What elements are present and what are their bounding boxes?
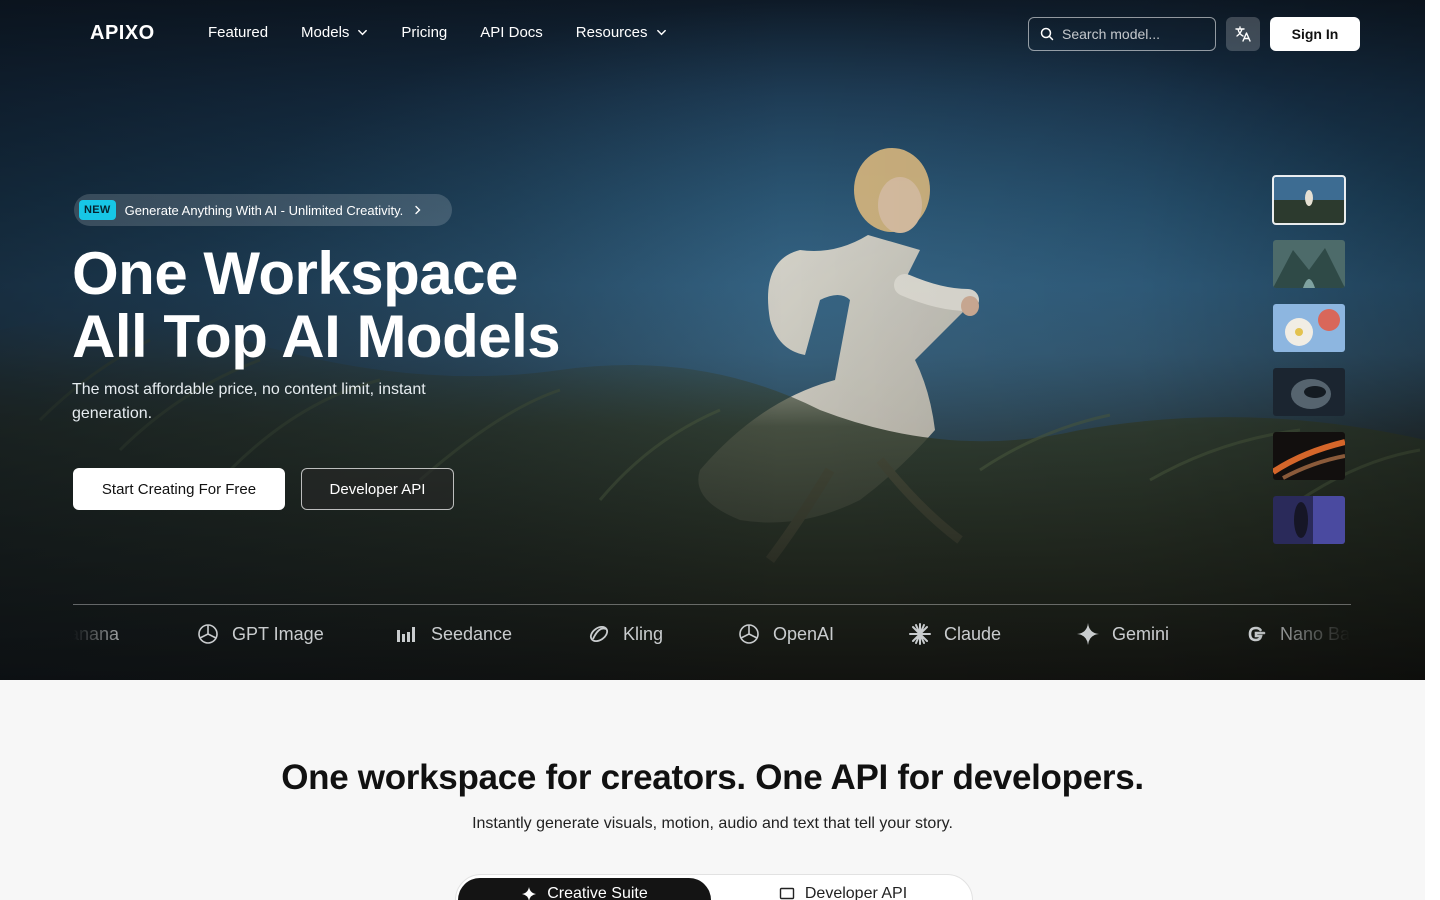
model-item[interactable]: OpenAI [737,622,834,646]
nav-link-label: Featured [208,24,269,41]
nav-link-resources[interactable]: Resources [576,24,667,41]
search-box[interactable] [1028,17,1216,51]
openai-icon [739,624,759,644]
kling-icon [589,625,609,643]
hero-subline: The most affordable price, no content li… [72,381,426,422]
sign-in-button[interactable]: Sign In [1270,17,1360,51]
section-title: One workspace for creators. One API for … [281,758,1144,797]
google-icon [1248,626,1266,642]
model-item[interactable]: Seedance [395,622,512,646]
nav-link-label: Models [301,24,350,41]
model-item[interactable]: GPT Image [196,622,324,646]
model-item[interactable]: Kling [587,622,663,646]
model-item[interactable]: anana [73,622,119,646]
gemini-icon [1077,623,1099,645]
headline-line-1: One Workspace [72,240,518,307]
tab-label: Creative Suite [547,885,648,900]
hero-thumbnail[interactable] [1273,240,1345,288]
model-label: GPT Image [232,623,324,644]
start-creating-button[interactable]: Start Creating For Free [73,468,285,510]
model-item[interactable]: Nano Ba [1244,622,1350,646]
model-label: anana [73,623,120,644]
logo[interactable]: APIXO [90,22,155,45]
tab-label: Developer API [804,885,908,900]
top-navigation: APIXO Featured Models Pricing API Docs R… [0,0,1425,68]
hero-thumbnail[interactable] [1273,368,1345,416]
hero-thumbnail[interactable] [1273,304,1345,352]
model-item[interactable]: Gemini [1076,622,1169,646]
tab-developer-api[interactable]: Developer API [718,878,968,900]
chevron-down-icon [656,29,666,36]
hero-headline: One Workspace All Top AI Models [72,240,561,370]
search-icon [1040,27,1054,41]
nav-links: Featured Models Pricing API Docs Resourc… [208,24,700,41]
bars-icon [397,627,415,642]
product-tabs: Creative Suite Developer API [455,874,973,900]
openai-icon [198,624,218,644]
model-label: Kling [623,623,664,644]
scrollbar-track[interactable] [1425,0,1440,900]
nav-link-featured[interactable]: Featured [208,24,268,41]
model-label: OpenAI [773,623,835,644]
nav-link-pricing[interactable]: Pricing [401,24,447,41]
nav-link-label: Resources [575,24,648,41]
monitor-icon [779,887,795,900]
announcement-text: Generate Anything With AI - Unlimited Cr… [124,202,404,218]
nav-link-api-docs[interactable]: API Docs [480,24,543,41]
hero-thumbnail[interactable] [1273,432,1345,480]
translate-icon [1235,26,1251,42]
language-button[interactable] [1226,17,1260,51]
model-label: Seedance [431,623,513,644]
model-item[interactable]: Claude [908,622,1001,646]
divider [73,604,1351,605]
chevron-down-icon [358,29,368,36]
tab-creative-suite[interactable]: Creative Suite [458,878,711,900]
model-label: Nano Ba [1280,623,1351,644]
nav-link-models[interactable]: Models [301,24,368,41]
new-tag: NEW [79,200,116,220]
section-subtitle: Instantly generate visuals, motion, audi… [472,815,953,832]
developer-api-button[interactable]: Developer API [301,468,454,510]
model-label: Gemini [1112,623,1170,644]
chevron-right-icon [415,205,421,215]
model-label: Claude [944,623,1002,644]
hero-thumbnail[interactable] [1272,175,1346,225]
nav-link-label: API Docs [480,24,543,41]
sparkle-icon [522,887,537,900]
model-logo-strip: anana GPT Image Seedance Kling OpenAI Cl… [73,612,1351,658]
hero-section: APIXO Featured Models Pricing API Docs R… [0,0,1425,680]
search-input[interactable] [1062,26,1202,42]
nav-link-label: Pricing [401,24,448,41]
claude-icon [909,623,931,645]
hero-thumbnail[interactable] [1273,496,1345,544]
headline-line-2: All Top AI Models [72,303,561,370]
announcement-badge[interactable]: NEW Generate Anything With AI - Unlimite… [74,194,452,226]
